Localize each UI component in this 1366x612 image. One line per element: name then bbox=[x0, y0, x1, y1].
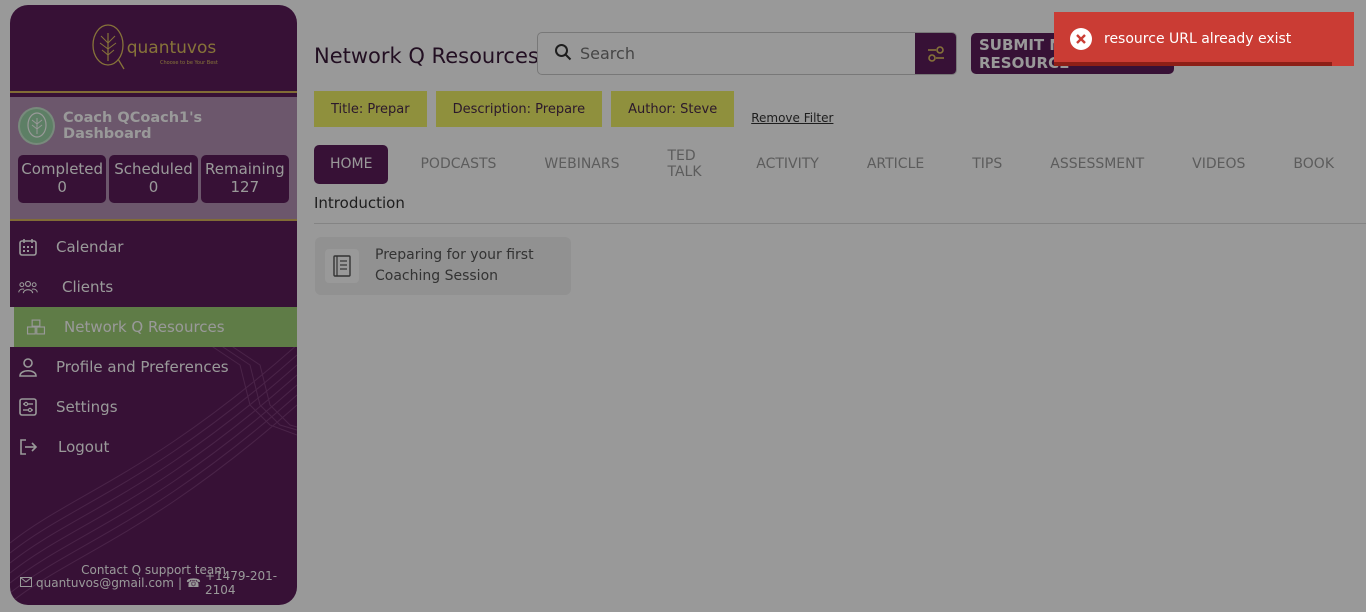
error-x-icon bbox=[1070, 28, 1092, 50]
toast-progress-bar bbox=[1054, 62, 1332, 66]
error-toast[interactable]: resource URL already exist bbox=[1054, 12, 1354, 66]
dim-overlay bbox=[0, 0, 1366, 612]
toast-message: resource URL already exist bbox=[1104, 31, 1292, 47]
